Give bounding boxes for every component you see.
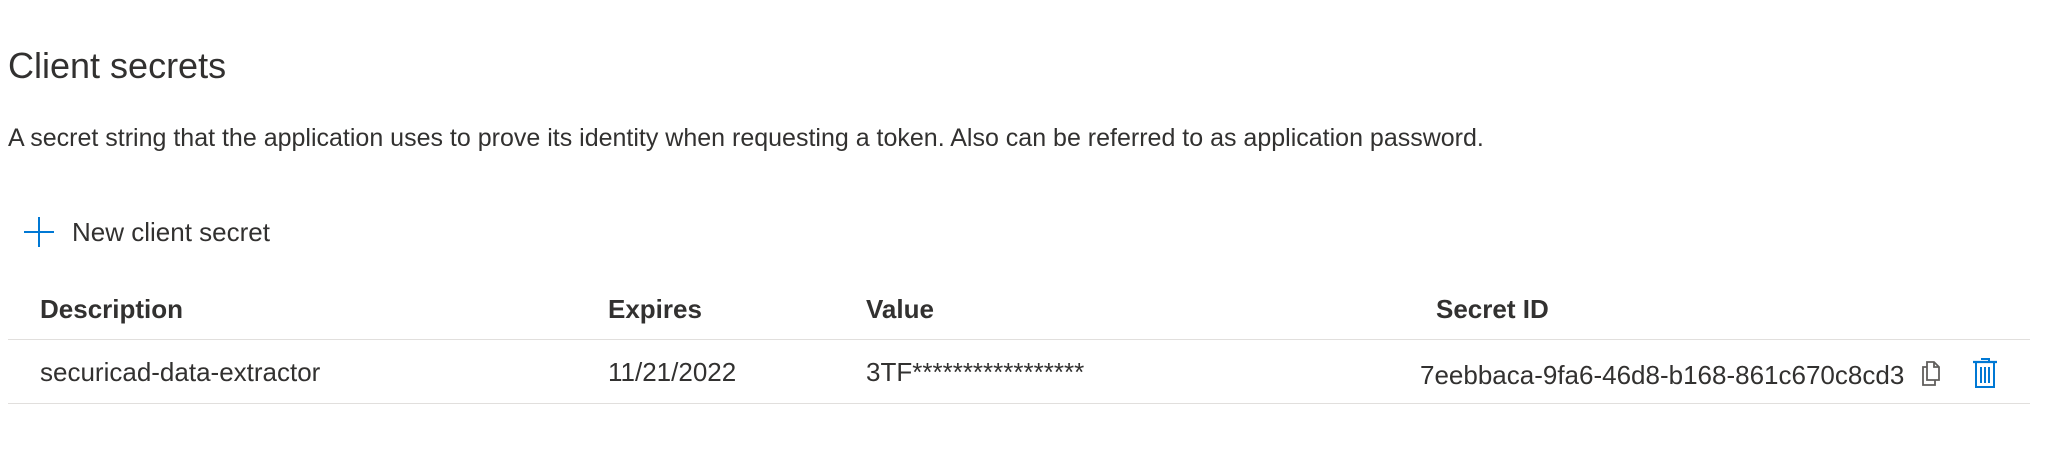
delete-icon bbox=[1973, 358, 1997, 388]
column-header-secret-id[interactable]: Secret ID bbox=[1436, 292, 1549, 326]
copy-icon bbox=[1922, 361, 1940, 386]
section-description: A secret string that the application use… bbox=[8, 124, 1484, 152]
table-row: securicad-data-extractor 11/21/2022 3TF*… bbox=[8, 340, 2030, 404]
page-title: Client secrets bbox=[8, 45, 227, 86]
copy-secret-id-button[interactable] bbox=[1914, 356, 1948, 390]
column-header-value[interactable]: Value bbox=[866, 292, 934, 326]
secret-id: 7eebbaca-9fa6-46d8-b168-861c670c8cd3 bbox=[1420, 360, 1905, 390]
new-client-secret-label: New client secret bbox=[72, 217, 270, 247]
new-client-secret-button[interactable]: New client secret bbox=[22, 212, 270, 252]
table-header: Description Expires Value Secret ID bbox=[8, 282, 2030, 340]
secret-description: securicad-data-extractor bbox=[40, 357, 321, 387]
column-header-description[interactable]: Description bbox=[40, 292, 183, 326]
secret-value: 3TF***************** bbox=[866, 357, 1085, 387]
delete-secret-button[interactable] bbox=[1968, 356, 2002, 390]
column-header-expires[interactable]: Expires bbox=[608, 292, 702, 326]
secret-expires: 11/21/2022 bbox=[608, 357, 737, 387]
client-secrets-table: Description Expires Value Secret ID secu… bbox=[8, 282, 2030, 404]
plus-icon bbox=[24, 217, 54, 247]
